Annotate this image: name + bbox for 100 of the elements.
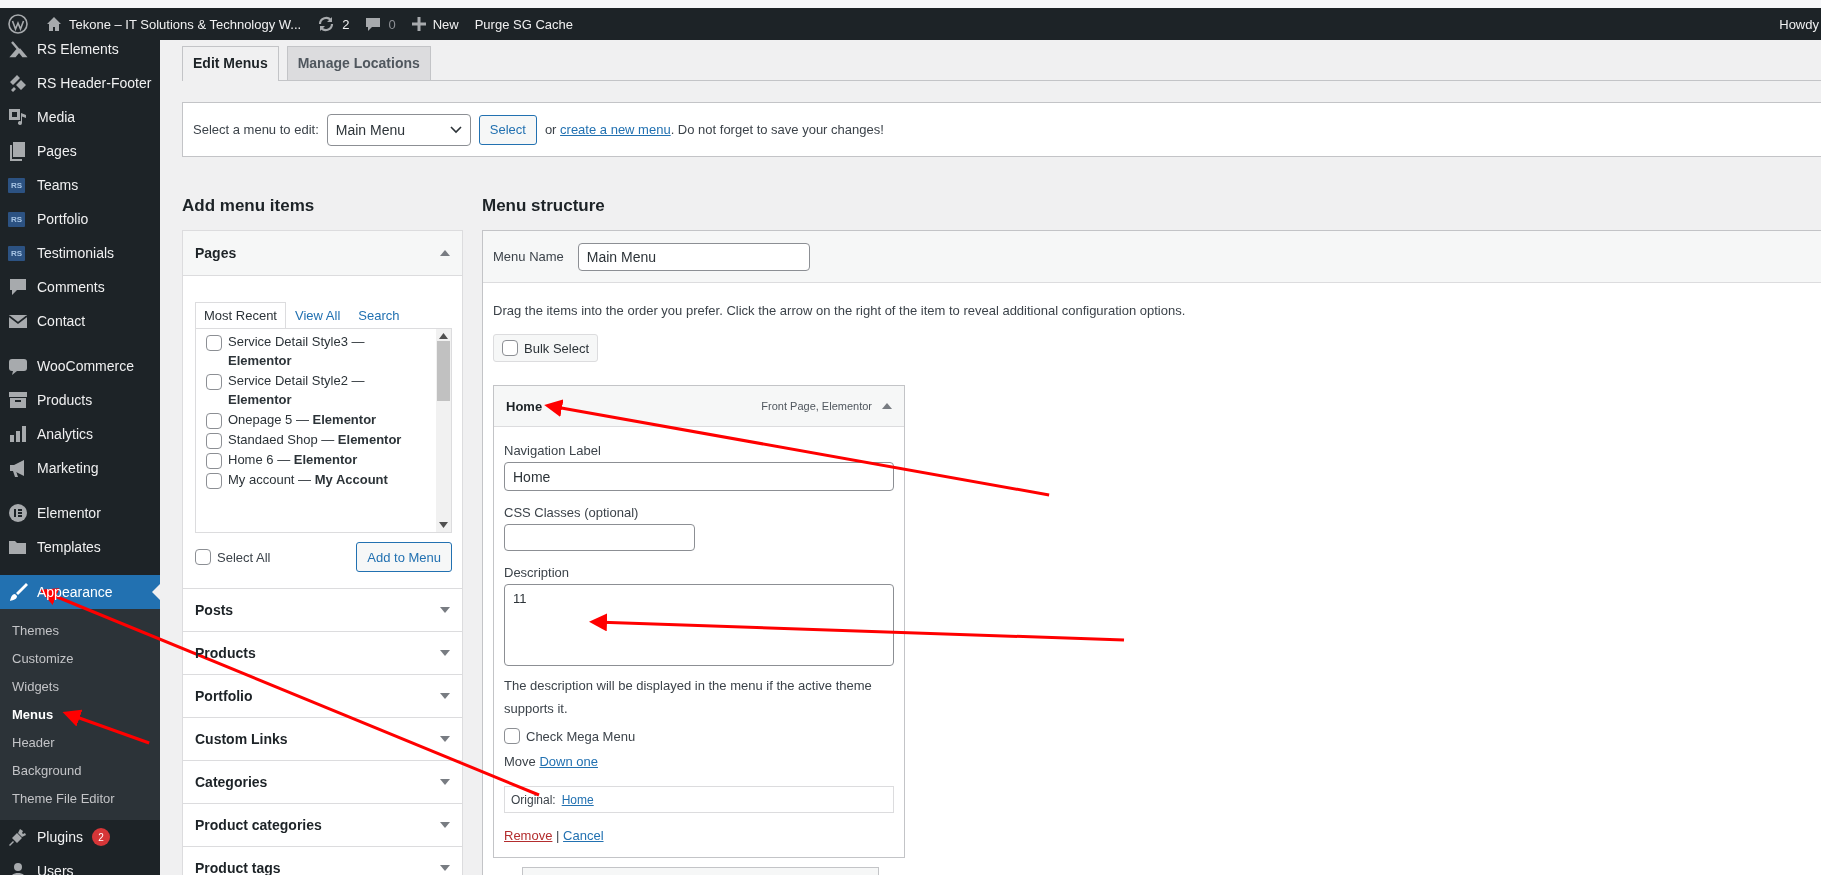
sidebar-menu-item[interactable]: Elementor <box>0 496 160 530</box>
select-all-label: Select All <box>217 549 271 565</box>
original-label: Original: <box>511 792 556 807</box>
instructions-text: Drag the items into the order you prefer. Click the arrow on the right of the item to reveal additional configuration options. <box>493 303 1187 318</box>
sidebar-menu-item[interactable]: RS Header-Footer <box>0 66 160 100</box>
cancel-link[interactable]: Cancel <box>563 828 604 843</box>
menu-label: Portfolio <box>37 211 89 227</box>
menu-label: Testimonials <box>37 245 115 261</box>
purge-cache-link[interactable]: Purge SG Cache <box>474 16 573 32</box>
submenu-item[interactable]: Theme File Editor <box>0 784 160 812</box>
tab[interactable]: Most Recent <box>195 302 286 329</box>
move-label: Move <box>504 754 536 769</box>
sidebar-menu-item[interactable]: RS Portfolio <box>0 202 160 236</box>
section-heading: Add menu items <box>182 196 316 217</box>
circle-icon <box>8 503 28 523</box>
sidebar-menu-item[interactable]: RS Teams <box>0 168 160 202</box>
page-title: Service Detail Style3 — Elementor <box>228 333 366 370</box>
tab[interactable]: Edit Menus <box>182 46 279 81</box>
page-title: Service Detail Style2 — Elementor <box>228 372 366 409</box>
checkbox[interactable] <box>206 413 222 429</box>
logo-icon: RS <box>8 211 25 227</box>
menu-name-field[interactable]: Main Menu <box>577 242 810 271</box>
sidebar-menu-item[interactable]: Analytics <box>0 417 160 451</box>
logo-icon <box>8 14 28 34</box>
home-icon <box>46 16 62 32</box>
menu-label: Contact <box>37 313 86 329</box>
sidebar-menu-item[interactable]: Pages <box>0 134 160 168</box>
sidebar-menu-item[interactable]: WooCommerce <box>0 349 160 383</box>
submenu-item[interactable]: Themes <box>0 616 160 644</box>
checkbox[interactable] <box>206 335 222 351</box>
sidebar-menu-item[interactable]: Comments <box>0 270 160 304</box>
menu-label: Plugins <box>37 829 83 845</box>
scrollbar-thumb[interactable] <box>437 341 450 401</box>
checkbox[interactable] <box>206 453 222 469</box>
menu-label: RS Header-Footer <box>37 75 152 91</box>
sidebar-menu-item[interactable]: RS Testimonials <box>0 236 160 270</box>
sidebar-menu-item[interactable]: Products <box>0 383 160 417</box>
checkbox[interactable] <box>206 473 222 489</box>
separator-text: | <box>556 828 560 843</box>
updates-count[interactable]: 2 <box>342 16 350 32</box>
sidebar-menu-item[interactable]: Media <box>0 100 160 134</box>
new-link[interactable]: New <box>432 16 459 32</box>
menu-dropdown[interactable]: Main Menu <box>326 113 471 146</box>
page-title: Onepage 5 — Elementor <box>228 411 377 429</box>
checkbox[interactable] <box>195 549 211 565</box>
tab[interactable]: Search <box>349 302 409 328</box>
accordion-header[interactable]: Product tags <box>183 846 462 875</box>
menu-label: Elementor <box>37 505 101 521</box>
sidebar-menu-item[interactable]: Plugins 2 <box>0 820 160 854</box>
collapse-arrow-icon <box>882 403 892 409</box>
sidebar-menu-item[interactable]: Templates <box>0 530 160 564</box>
checkbox[interactable] <box>504 728 520 744</box>
pages-icon <box>8 141 28 161</box>
page-title: Standaed Shop — Elementor <box>228 431 402 449</box>
checkbox[interactable] <box>206 374 222 390</box>
field-label: Navigation Label <box>504 443 602 458</box>
collapse-arrow-icon <box>440 250 450 256</box>
checkbox-label: Check Mega Menu <box>526 728 636 744</box>
move-down-link[interactable]: Down one <box>539 754 598 769</box>
x-icon <box>8 40 28 59</box>
chat-icon <box>8 356 28 376</box>
submenu-item[interactable]: Background <box>0 756 160 784</box>
comments-count[interactable]: 0 <box>388 16 396 32</box>
navigation-label-field[interactable]: Home <box>504 462 894 491</box>
media-icon <box>8 107 28 127</box>
scrollbar[interactable] <box>436 329 451 532</box>
menu-label: Products <box>37 392 93 408</box>
tab[interactable]: Manage Locations <box>286 46 431 80</box>
plug-icon <box>8 827 28 847</box>
menu-item-header[interactable]: Home Front Page, Elementor <box>494 386 904 427</box>
menu-label: WooCommerce <box>37 358 134 374</box>
menu-label: Teams <box>37 177 79 193</box>
submenu-item[interactable]: Menus <box>0 700 160 728</box>
sidebar-menu-item[interactable]: Marketing <box>0 451 160 485</box>
menu-label: Comments <box>37 279 105 295</box>
submenu-item[interactable]: Header <box>0 728 160 756</box>
create-menu-link[interactable]: create a new menu <box>560 122 671 137</box>
checkbox[interactable] <box>206 433 222 449</box>
menu-label: RS Elements <box>37 41 119 57</box>
original-link[interactable]: Home <box>561 792 594 807</box>
site-name-link[interactable]: Tekone – IT Solutions & Technology W... <box>69 16 302 32</box>
expand-arrow-icon <box>440 779 450 785</box>
submenu-item[interactable]: Widgets <box>0 672 160 700</box>
help-text: The description will be displayed in the menu if the active theme supports it. <box>504 677 873 718</box>
description-field[interactable]: 11 <box>504 584 894 666</box>
remove-link[interactable]: Remove <box>504 828 553 843</box>
select-button[interactable]: Select <box>478 114 537 145</box>
sidebar-menu-item[interactable]: RS Elements <box>0 40 160 66</box>
css-classes-field[interactable] <box>504 524 695 551</box>
sidebar-menu-item[interactable]: Contact <box>0 304 160 338</box>
tab[interactable]: View All <box>286 302 350 328</box>
account-greeting[interactable]: Howdy <box>1779 16 1821 32</box>
accordion-header[interactable]: Pages <box>183 231 462 276</box>
expand-arrow-icon <box>440 736 450 742</box>
menu-label: Templates <box>37 539 101 555</box>
bulk-select-button[interactable]: Bulk Select <box>493 334 599 362</box>
bar-chart-icon <box>8 424 28 444</box>
menu-label: Media <box>37 109 76 125</box>
submenu-item[interactable]: Customize <box>0 644 160 672</box>
add-to-menu-button[interactable]: Add to Menu <box>356 542 452 572</box>
